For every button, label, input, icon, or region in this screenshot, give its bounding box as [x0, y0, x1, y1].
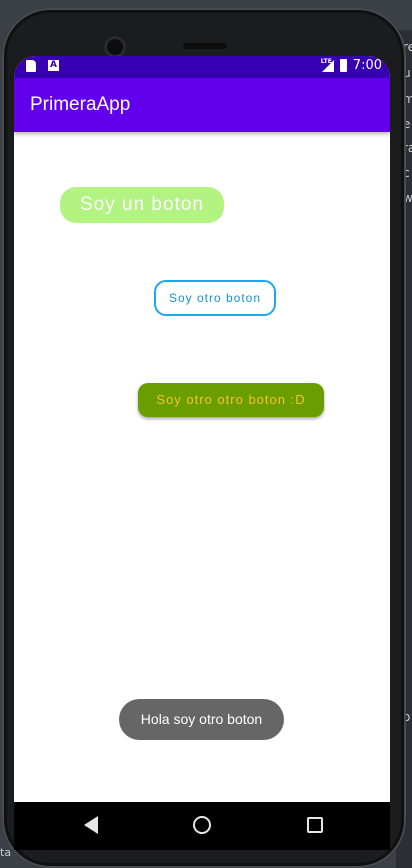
app-bar: PrimeraApp [14, 78, 390, 132]
battery-icon [339, 59, 347, 72]
app-title: PrimeraApp [30, 94, 131, 115]
navigation-bar [14, 802, 390, 850]
network-type-label: LTE [320, 57, 332, 65]
toast-message: Hola soy otro boton [119, 699, 284, 740]
a-notification-icon: A [48, 60, 59, 71]
device-screen: A LTE 7:00 PrimeraApp Soy un boton Soy o… [14, 56, 390, 802]
status-time: 7:00 [352, 58, 382, 73]
speaker-grille [183, 43, 227, 49]
soy-otro-boton-button[interactable]: Soy otro boton [154, 280, 276, 316]
soy-otro-otro-boton-button[interactable]: Soy otro otro boton :D [138, 383, 324, 417]
camera-icon [104, 36, 126, 58]
status-bar: A LTE 7:00 [14, 56, 390, 78]
sd-card-icon [26, 60, 36, 72]
recent-apps-icon[interactable] [307, 817, 323, 833]
signal-icon: LTE [320, 57, 334, 72]
soy-un-boton-button[interactable]: Soy un boton [60, 187, 224, 223]
back-icon[interactable] [74, 816, 98, 834]
ide-text: ta [0, 846, 12, 859]
home-icon[interactable] [193, 816, 211, 834]
